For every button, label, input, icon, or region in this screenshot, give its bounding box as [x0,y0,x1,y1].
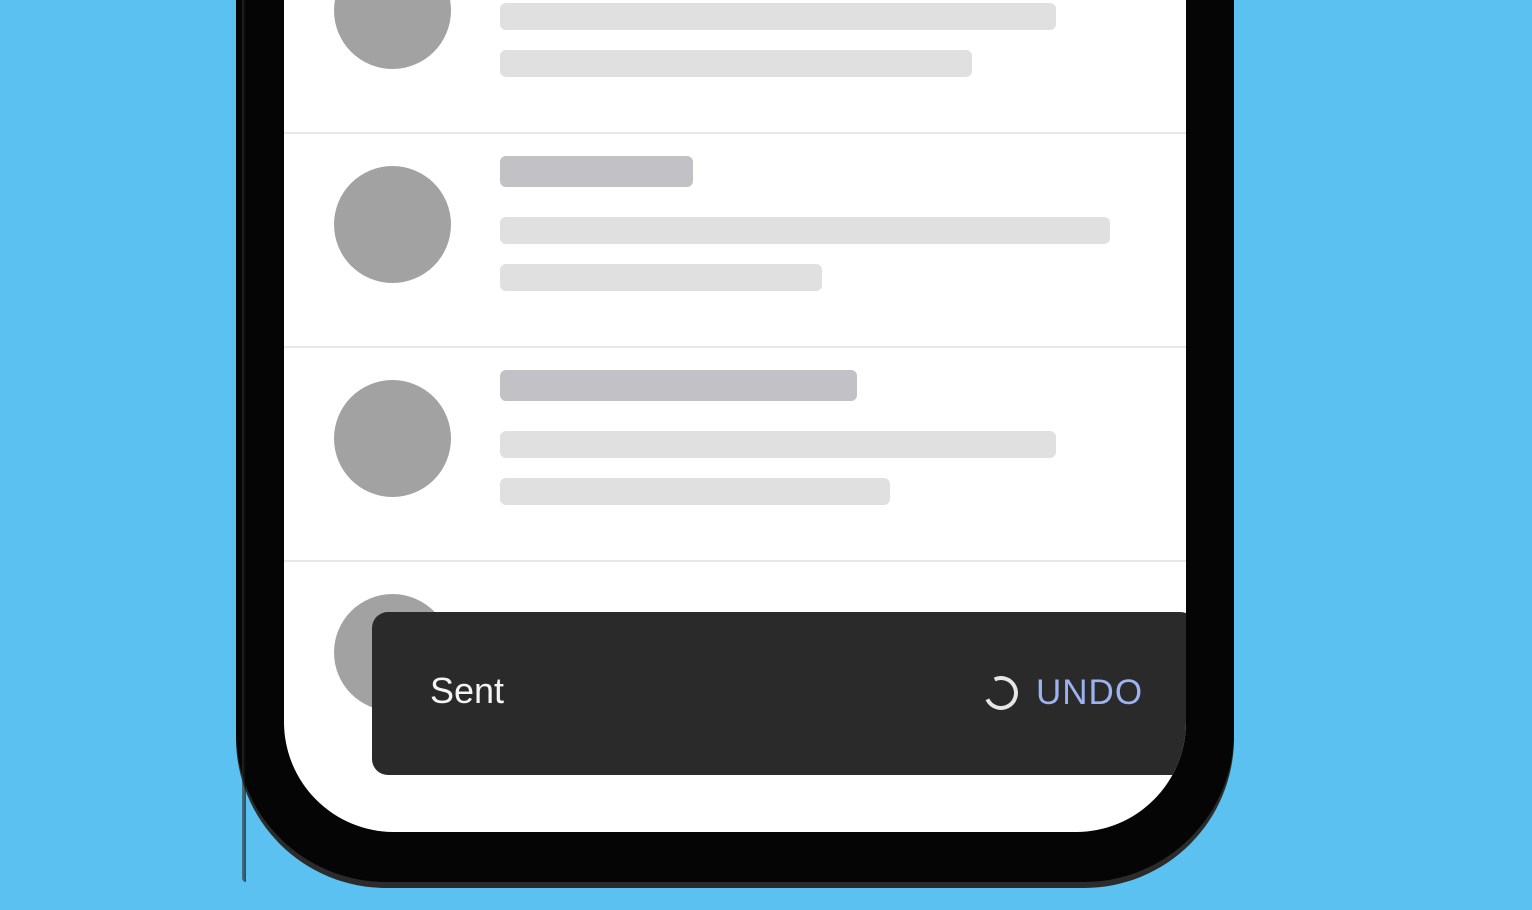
avatar-placeholder [334,0,451,69]
list-item[interactable] [284,0,1186,134]
text-line-placeholder [500,3,1056,30]
avatar-placeholder [334,166,451,283]
text-line-placeholder [500,431,1056,458]
list-item[interactable] [284,348,1186,562]
loading-spinner-icon [979,671,1023,715]
backdrop: Sent UNDO [0,0,1532,910]
text-line-placeholder [500,264,822,291]
text-line-placeholder [500,217,1110,244]
avatar-placeholder [334,380,451,497]
undo-button[interactable]: UNDO [1036,670,1143,716]
list-item[interactable] [284,134,1186,348]
phone-screen: Sent UNDO [284,0,1186,832]
text-line-placeholder [500,478,890,505]
title-placeholder [500,156,693,187]
title-placeholder [500,370,857,401]
phone-frame: Sent UNDO [236,0,1234,882]
text-line-placeholder [500,50,972,77]
snackbar-message: Sent [430,670,505,711]
snackbar: Sent UNDO [372,612,1186,775]
